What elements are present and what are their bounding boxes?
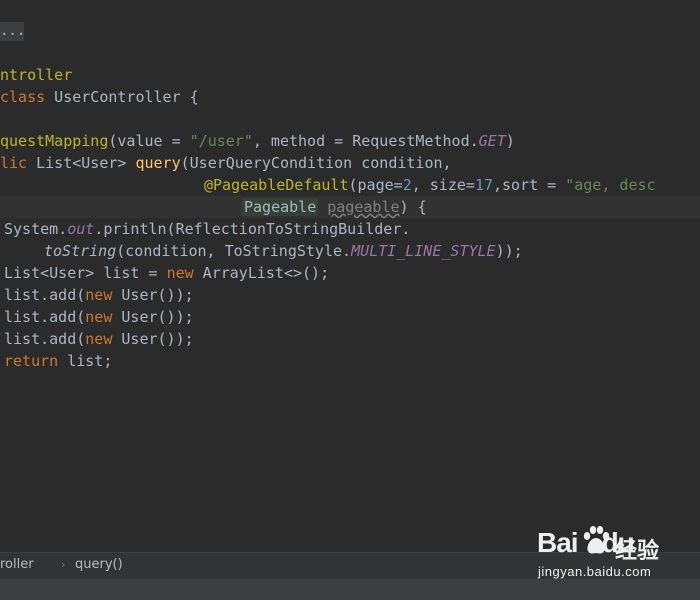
code-token: ,sort = — [493, 176, 566, 194]
code-token: (page= — [348, 176, 403, 194]
code-token-annotation: @PageableDefault — [204, 176, 349, 194]
code-token-keyword: new — [85, 330, 113, 348]
code-token: (UserQueryCondition condition, — [180, 154, 452, 172]
code-token: System. — [4, 220, 68, 238]
code-token-field: MULTI_LINE_STYLE — [351, 242, 496, 260]
baidu-jingyan-watermark: Bai du 经验 jingyan.baidu.com — [537, 523, 687, 583]
code-token-string: "age, desc — [565, 176, 656, 194]
baidu-paw-icon — [583, 526, 610, 554]
code-token-number: 17 — [474, 176, 493, 194]
code-token: User()); — [112, 286, 194, 304]
code-token: List<User> — [27, 154, 136, 172]
code-token: ntroller — [0, 66, 73, 84]
folded-code-placeholder[interactable]: ... — [0, 22, 25, 41]
code-line-class-declaration[interactable]: class UserController { — [0, 86, 199, 108]
code-line-list-declaration[interactable]: List<User> list = new ArrayList<>(); — [4, 262, 329, 284]
code-line-class-name[interactable]: ntroller — [0, 64, 72, 86]
code-token-keyword: return — [4, 352, 59, 370]
code-token-string: "/user" — [189, 132, 253, 150]
breadcrumb-item-method[interactable]: query() — [75, 553, 123, 579]
code-token: UserController { — [45, 88, 199, 106]
code-line-return[interactable]: return list; — [4, 350, 112, 372]
code-token-type-highlighted: Pageable — [242, 198, 319, 216]
watermark-domain: jingyan.baidu.com — [538, 564, 652, 579]
code-line-println[interactable]: System.out.println(ReflectionToStringBui… — [4, 218, 410, 240]
breadcrumb-separator: › — [61, 558, 66, 571]
code-line-pageable-param[interactable]: Pageable pageable) { — [242, 196, 427, 218]
code-token-unused-parameter: pageable — [327, 198, 400, 216]
code-token-field: GET — [478, 132, 506, 150]
code-line-list-add[interactable]: list.add(new User()); — [4, 306, 194, 328]
code-token: list.add( — [4, 308, 86, 326]
code-line-list-add[interactable]: list.add(new User()); — [4, 284, 194, 306]
code-editor[interactable]: ... ntroller class UserController { ques… — [0, 0, 700, 552]
jingyan-label: 经验 — [615, 539, 660, 564]
code-token: , size= — [411, 176, 475, 194]
code-token-keyword: new — [85, 308, 113, 326]
code-token: List<User> list = — [4, 264, 167, 282]
code-token: , method = RequestMethod. — [252, 132, 479, 150]
code-token-method: query — [135, 154, 181, 172]
code-token-static-method: toString — [44, 242, 117, 260]
code-line-tostring[interactable]: toString(condition, ToStringStyle.MULTI_… — [44, 240, 523, 262]
code-token: User()); — [112, 330, 194, 348]
code-token: list.add( — [4, 330, 86, 348]
code-token: ) — [505, 132, 515, 150]
code-token: (value = — [108, 132, 190, 150]
code-token: User()); — [112, 308, 194, 326]
code-line-list-add[interactable]: list.add(new User()); — [4, 328, 194, 350]
breadcrumb-item-class[interactable]: roller — [0, 553, 34, 579]
code-token: ArrayList<>(); — [193, 264, 330, 282]
code-token-keyword: new — [85, 286, 113, 304]
code-token-number: 2 — [402, 176, 412, 194]
code-line-request-mapping[interactable]: questMapping(value = "/user", method = R… — [0, 130, 515, 152]
code-token-keyword: new — [166, 264, 194, 282]
code-token: list.add( — [4, 286, 86, 304]
code-token: (condition, ToStringStyle. — [116, 242, 352, 260]
code-token: ) { — [399, 198, 427, 216]
code-token: .println(ReflectionToStringBuilder. — [94, 220, 411, 238]
code-line-pageable-default[interactable]: @PageableDefault(page=2, size=17,sort = … — [204, 174, 656, 196]
code-token: )); — [495, 242, 523, 260]
code-token-field: out — [67, 220, 95, 238]
code-token-keyword: lic — [0, 154, 28, 172]
code-line-method-signature[interactable]: lic List<User> query(UserQueryCondition … — [0, 152, 452, 174]
code-token-annotation: questMapping — [0, 132, 109, 150]
code-token: list; — [58, 352, 113, 370]
code-token-keyword: class — [0, 88, 46, 106]
